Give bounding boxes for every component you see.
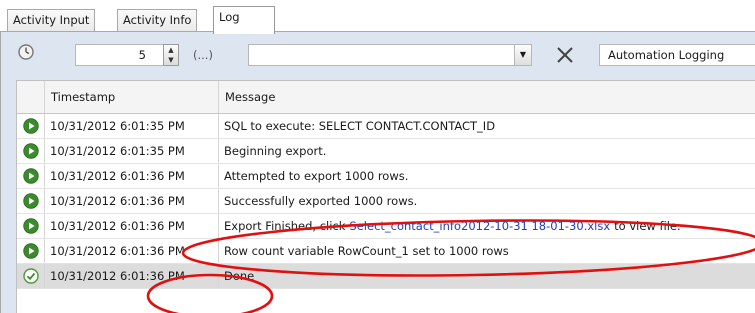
message-text: Done (224, 269, 255, 283)
header-message[interactable]: Message (219, 81, 755, 113)
log-row[interactable]: 10/31/2012 6:01:35 PM Beginning export. (17, 139, 755, 164)
message-prefix: Export Finished, click (224, 219, 346, 233)
dropdown-arrow-icon[interactable]: ▼ (514, 45, 531, 65)
spin-down-icon[interactable]: ▼ (164, 55, 178, 65)
clear-x-icon[interactable] (554, 41, 576, 67)
timestamp-cell: 10/31/2012 6:01:35 PM (45, 114, 219, 138)
message-cell: Export Finished, click Select_contact_inf… (219, 214, 755, 238)
tab-log[interactable]: Log (213, 6, 275, 34)
message-cell: Done (219, 264, 755, 288)
timestamp-cell: 10/31/2012 6:01:36 PM (45, 164, 219, 188)
timestamp-cell: 10/31/2012 6:01:36 PM (45, 189, 219, 213)
log-row[interactable]: 10/31/2012 6:01:35 PM SQL to execute: SEL… (17, 114, 755, 139)
play-circle-icon (17, 214, 45, 238)
message-cell: SQL to execute: SELECT CONTACT.CONTACT_I… (219, 114, 755, 138)
message-text: Attempted to export 1000 rows. (224, 169, 409, 183)
message-cell: Beginning export. (219, 139, 755, 163)
log-grid: Timestamp Message 10/31/2012 6:01:35 PM S… (16, 80, 755, 313)
message-text: Row count variable RowCount_1 set to 100… (224, 244, 509, 258)
timestamp-cell: 10/31/2012 6:01:35 PM (45, 139, 219, 163)
play-circle-icon (17, 164, 45, 188)
count-spinner[interactable]: ▲ ▼ (163, 44, 179, 66)
check-circle-icon (17, 264, 45, 288)
clock-icon[interactable] (17, 43, 35, 61)
play-circle-icon (17, 114, 45, 138)
tab-activity-info[interactable]: Activity Info (117, 9, 198, 32)
message-text: Successfully exported 1000 rows. (224, 194, 418, 208)
timestamp-cell: 10/31/2012 6:01:36 PM (45, 214, 219, 238)
message-cell: Row count variable RowCount_1 set to 100… (219, 239, 755, 263)
message-text: Beginning export. (224, 144, 327, 158)
log-row[interactable]: 10/31/2012 6:01:36 PM Successfully export… (17, 189, 755, 214)
log-row[interactable]: 10/31/2012 6:01:36 PM Done (17, 264, 755, 289)
tab-activity-input[interactable]: Activity Input (7, 9, 96, 32)
log-row[interactable]: 10/31/2012 6:01:36 PM Attempted to export… (17, 164, 755, 189)
header-timestamp[interactable]: Timestamp (45, 81, 219, 113)
message-suffix: to view file. (614, 219, 681, 233)
play-circle-icon (17, 139, 45, 163)
play-circle-icon (17, 239, 45, 263)
log-panel: 5 ▲ ▼ (...) ▼ Automation Logging Timesta… (0, 32, 755, 313)
timestamp-cell: 10/31/2012 6:01:36 PM (45, 239, 219, 263)
filter-combobox[interactable]: ▼ (248, 44, 532, 66)
grid-header: Timestamp Message (17, 81, 755, 114)
play-circle-icon (17, 189, 45, 213)
log-row[interactable]: 10/31/2012 6:01:36 PM Export Finished, cl… (17, 214, 755, 239)
log-toolbar: 5 ▲ ▼ (...) ▼ Automation Logging (1, 32, 755, 76)
header-icon-column (17, 81, 45, 113)
message-text: SQL to execute: SELECT CONTACT.CONTACT_I… (224, 119, 496, 133)
export-file-link[interactable]: Select_contact_info2012-10-31 18-01-30.x… (349, 219, 610, 233)
ellipsis-button[interactable]: (...) (193, 48, 213, 62)
message-cell: Attempted to export 1000 rows. (219, 164, 755, 188)
spin-up-icon[interactable]: ▲ (164, 45, 178, 55)
logging-level-field[interactable]: Automation Logging (599, 44, 755, 66)
message-cell: Successfully exported 1000 rows. (219, 189, 755, 213)
timestamp-cell: 10/31/2012 6:01:36 PM (45, 264, 219, 288)
refresh-count-input[interactable]: 5 (75, 44, 165, 66)
log-row[interactable]: 10/31/2012 6:01:36 PM Row count variable … (17, 239, 755, 264)
grid-body: 10/31/2012 6:01:35 PM SQL to execute: SEL… (17, 114, 755, 289)
